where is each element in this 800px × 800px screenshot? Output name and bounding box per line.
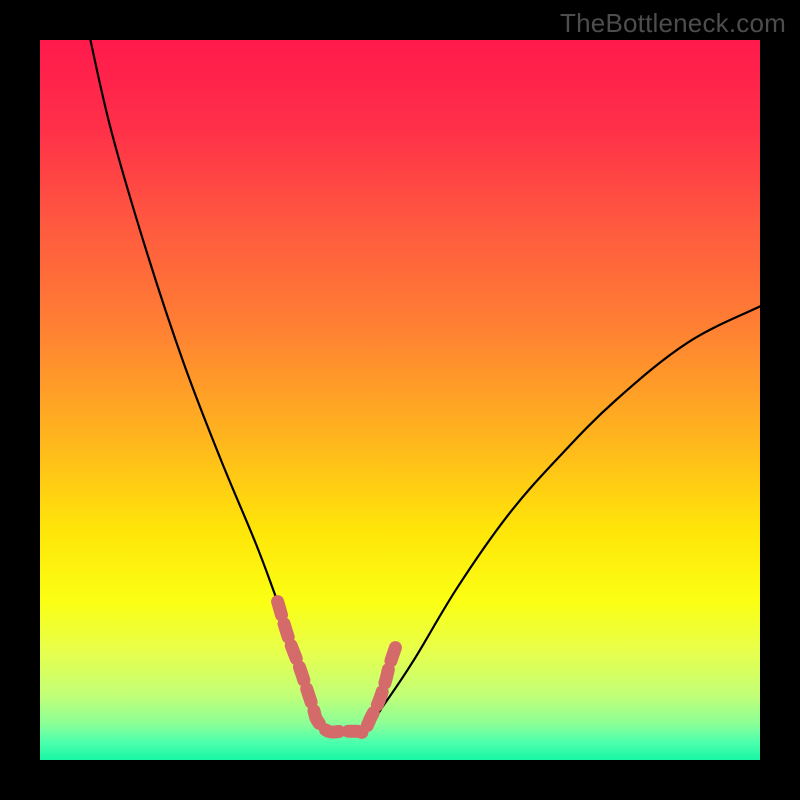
watermark-text: TheBottleneck.com [560, 8, 786, 39]
bottleneck-curve [90, 40, 760, 734]
plot-area [40, 40, 760, 760]
chart-frame: TheBottleneck.com [0, 0, 800, 800]
bottom-highlight [278, 602, 397, 733]
chart-svg [40, 40, 760, 760]
